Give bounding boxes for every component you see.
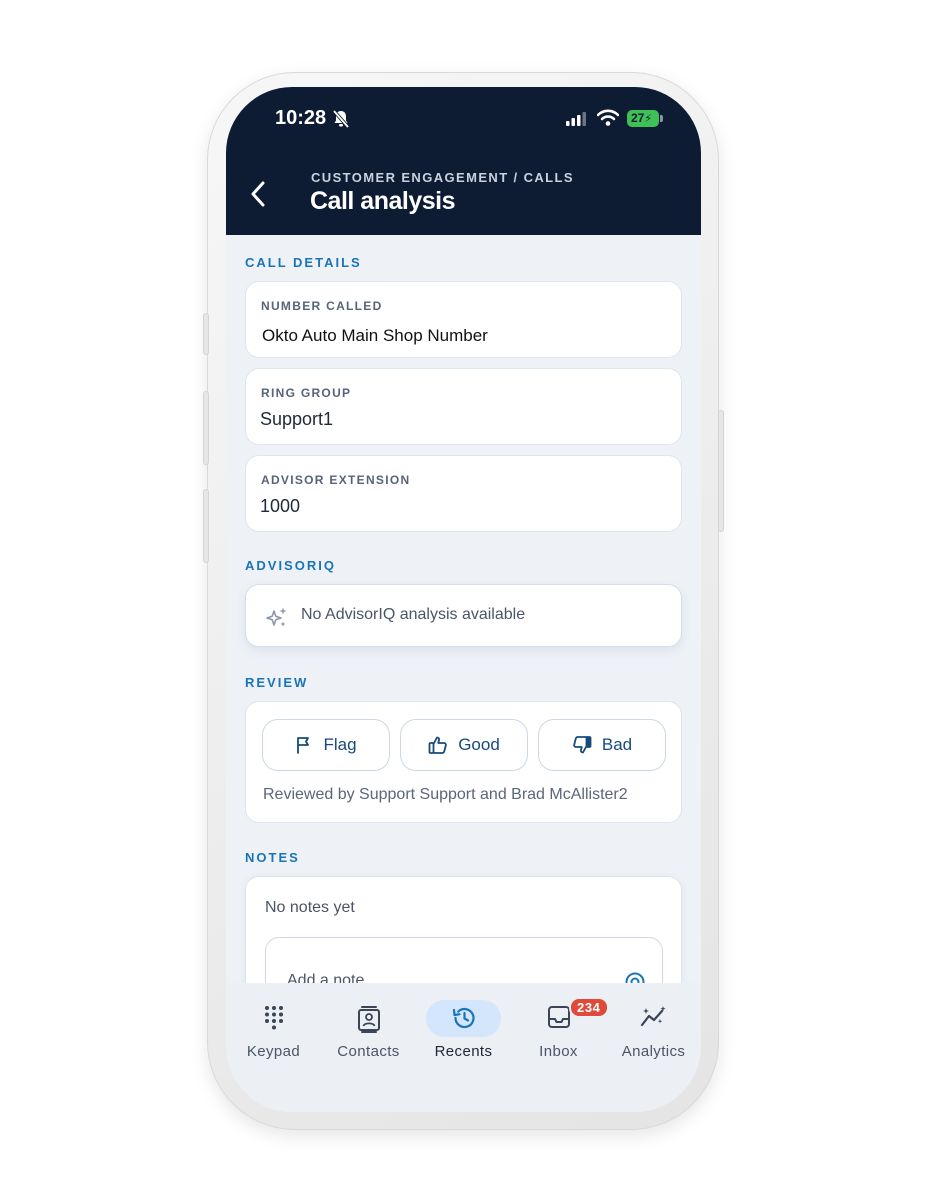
inbox-icon [547, 1006, 570, 1028]
section-label-review: REVIEW [245, 675, 309, 690]
field-label: RING GROUP [261, 386, 352, 400]
status-time: 10:28 [275, 107, 327, 129]
reviewed-by-text: Reviewed by Support Support and Brad McA… [263, 786, 628, 803]
bad-button[interactable]: Bad [538, 719, 666, 771]
review-card: Flag Good Bad Reviewed by Support Suppor… [245, 701, 682, 823]
tab-recents[interactable]: Recents [416, 983, 511, 1073]
thumbs-down-icon [573, 736, 592, 754]
field-label: NUMBER CALLED [261, 299, 383, 313]
recents-icon [452, 1007, 475, 1029]
tab-keypad-label: Keypad [246, 1043, 301, 1060]
tab-analytics[interactable]: Analytics [606, 983, 701, 1073]
battery-level: 27 [631, 111, 645, 125]
field-card-number-called: NUMBER CALLED Okto Auto Main Shop Number [245, 281, 682, 358]
tab-contacts-label: Contacts [337, 1043, 400, 1060]
inbox-badge: 234 [569, 997, 609, 1018]
section-label-advisoriq: ADVISORIQ [245, 558, 336, 573]
breadcrumb: CUSTOMER ENGAGEMENT / CALLS [311, 170, 574, 185]
bad-button-label: Bad [601, 735, 633, 754]
flag-icon [297, 737, 310, 754]
notes-empty-text: No notes yet [265, 899, 355, 916]
field-card-advisor-extension: ADVISOR EXTENSION 1000 [245, 455, 682, 532]
advisoriq-empty-text: No AdvisorIQ analysis available [301, 606, 526, 623]
page-title: Call analysis [310, 187, 455, 215]
good-button[interactable]: Good [400, 719, 528, 771]
bottom-tab-bar: Keypad Contacts Recents 234 Inbox Analyt… [226, 983, 701, 1112]
field-card-ring-group: RING GROUP Support1 [245, 368, 682, 445]
advisoriq-card: No AdvisorIQ analysis available [245, 584, 682, 647]
bell-muted-icon [332, 109, 350, 129]
app-header: 10:28 27⚡ CUSTOMER ENGAGEMENT / CALLS Ca… [226, 87, 701, 235]
silent-switch [203, 313, 209, 355]
battery-nub [660, 115, 663, 122]
field-label: ADVISOR EXTENSION [261, 473, 411, 487]
power-button [718, 410, 724, 532]
field-value: 1000 [260, 496, 301, 516]
tab-inbox-label: Inbox [539, 1043, 578, 1060]
keypad-icon [264, 1006, 283, 1030]
section-label-call-details: CALL DETAILS [245, 255, 362, 270]
tab-contacts[interactable]: Contacts [321, 983, 416, 1073]
field-value: Support1 [260, 409, 334, 429]
flag-button[interactable]: Flag [262, 719, 390, 771]
volume-down-button [203, 489, 209, 563]
good-button-label: Good [458, 735, 500, 754]
tab-inbox[interactable]: 234 Inbox [511, 983, 609, 1073]
section-label-notes: NOTES [245, 850, 300, 865]
charging-bolt-icon: ⚡ [644, 113, 653, 125]
sparkle-icon [266, 607, 287, 627]
battery-indicator: 27⚡ [627, 110, 659, 127]
cellular-signal-icon [566, 112, 586, 126]
tab-keypad[interactable]: Keypad [226, 983, 321, 1073]
field-value: Okto Auto Main Shop Number [262, 326, 488, 345]
flag-button-label: Flag [323, 735, 357, 754]
volume-up-button [203, 391, 209, 465]
wifi-icon [597, 109, 619, 126]
back-chevron-icon[interactable] [248, 179, 268, 209]
tab-recents-label: Recents [434, 1043, 493, 1060]
thumbs-up-icon [428, 736, 447, 754]
app-screen: 10:28 27⚡ CUSTOMER ENGAGEMENT / CALLS Ca… [226, 87, 701, 1112]
contacts-icon [357, 1006, 380, 1033]
analytics-icon [640, 1006, 666, 1027]
tab-analytics-label: Analytics [621, 1043, 686, 1060]
